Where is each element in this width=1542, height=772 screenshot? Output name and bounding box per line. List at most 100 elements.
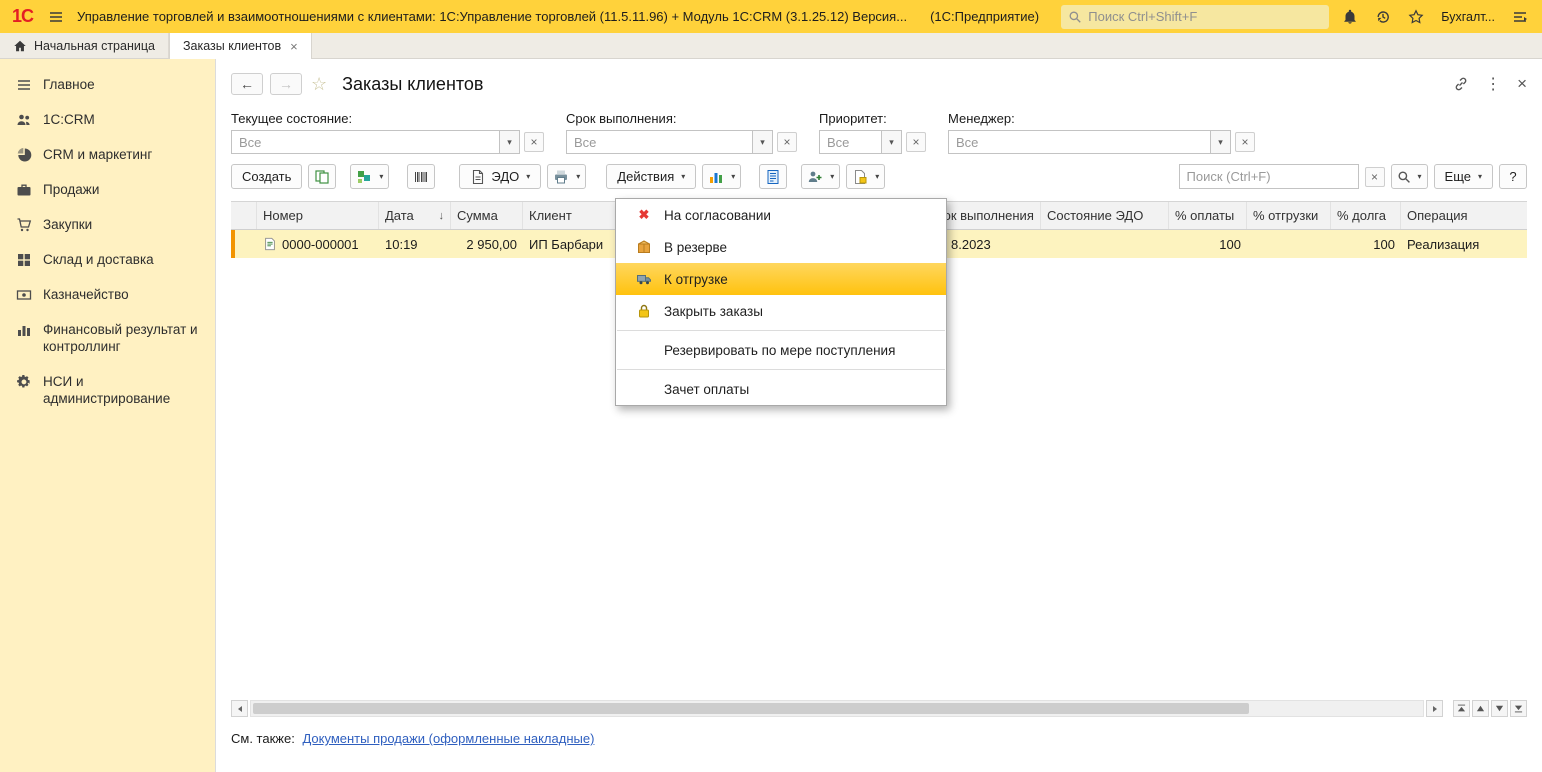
- sidebar-item-treasury[interactable]: Казначейство: [0, 277, 215, 312]
- print-button[interactable]: ▾: [547, 164, 587, 189]
- list-toolbar: Создать ▾ ЭДО ▾ ▾ Действия ▾ ▾ ▾ ▾ Поиск…: [216, 162, 1542, 197]
- menu-item-to-shipment[interactable]: К отгрузке: [616, 263, 946, 295]
- cell-shipment-pct[interactable]: [1247, 230, 1331, 258]
- clear-search-icon[interactable]: ×: [1364, 166, 1385, 187]
- scroll-up-icon[interactable]: [1472, 700, 1489, 717]
- sidebar-item-warehouse-delivery[interactable]: Склад и доставка: [0, 242, 215, 277]
- menu-item-close-orders[interactable]: Закрыть заказы: [616, 295, 946, 327]
- clear-filter-icon[interactable]: ×: [524, 132, 544, 152]
- filter-priority-input[interactable]: Все: [819, 130, 881, 154]
- tab-close-icon[interactable]: ×: [290, 39, 298, 54]
- actions-button[interactable]: Действия ▾: [606, 164, 697, 189]
- sidebar-item-main[interactable]: Главное: [0, 67, 215, 102]
- list-search[interactable]: [1178, 164, 1359, 189]
- chevron-down-icon: ▾: [576, 172, 581, 181]
- column-header-operation[interactable]: Операция: [1401, 202, 1527, 229]
- column-header-shipment-pct[interactable]: % отгрузки: [1247, 202, 1331, 229]
- chevron-down-icon[interactable]: ▾: [881, 130, 902, 154]
- favorites-star-icon[interactable]: [1404, 5, 1428, 29]
- find-button[interactable]: ▾: [1390, 164, 1428, 189]
- history-icon[interactable]: [1371, 5, 1395, 29]
- current-user[interactable]: Бухгалт...: [1437, 10, 1499, 24]
- create-button[interactable]: Создать: [231, 164, 303, 189]
- global-search-input[interactable]: [1088, 9, 1323, 24]
- sales-documents-link[interactable]: Документы продажи (оформленные накладные…: [302, 731, 594, 746]
- tab-customer-orders[interactable]: Заказы клиентов ×: [168, 33, 312, 59]
- sort-desc-icon: ↓: [438, 209, 445, 222]
- chevron-down-icon[interactable]: ▾: [499, 130, 520, 154]
- tabbar: Начальная страница Заказы клиентов ×: [0, 33, 1542, 59]
- cell-edo-state[interactable]: [1041, 230, 1169, 258]
- help-button[interactable]: ?: [1499, 164, 1527, 189]
- cell-debt-pct[interactable]: 100: [1331, 230, 1401, 258]
- column-header-sum[interactable]: Сумма: [451, 202, 523, 229]
- column-header-debt-pct[interactable]: % долга: [1331, 202, 1401, 229]
- tab-home[interactable]: Начальная страница: [0, 33, 169, 58]
- filter-current-state-input[interactable]: Все: [231, 130, 499, 154]
- get-link-icon[interactable]: [1453, 76, 1469, 92]
- column-header-edo-state[interactable]: Состояние ЭДО: [1041, 202, 1169, 229]
- chevron-down-icon[interactable]: ▾: [1210, 130, 1231, 154]
- row-cursor: [231, 230, 257, 258]
- sidebar-item-purchases[interactable]: Закупки: [0, 207, 215, 242]
- scroll-to-bottom-icon[interactable]: [1510, 700, 1527, 717]
- sidebar-item-nsi-admin[interactable]: НСИ и администрирование: [0, 364, 215, 416]
- notifications-bell-icon[interactable]: [1338, 5, 1362, 29]
- see-also-row: См. также: Документы продажи (оформленны…: [216, 717, 1542, 760]
- cell-operation[interactable]: Реализация: [1401, 230, 1527, 258]
- create-copy-button[interactable]: [308, 164, 337, 189]
- cart-icon: [16, 217, 32, 233]
- edo-button[interactable]: ЭДО ▾: [459, 164, 542, 189]
- hscroll-track[interactable]: [250, 700, 1424, 717]
- column-header-date[interactable]: Дата ↓: [379, 202, 451, 229]
- menu-item-payment-offset[interactable]: Зачет оплаты: [616, 373, 946, 405]
- more-menu-icon[interactable]: ⋮: [1485, 74, 1501, 94]
- column-header-number[interactable]: Номер: [257, 202, 379, 229]
- reports-button[interactable]: ▾: [702, 164, 742, 189]
- more-button[interactable]: Еще ▾: [1433, 164, 1493, 189]
- favorite-star-icon[interactable]: ☆: [311, 74, 327, 95]
- menu-item-on-approval[interactable]: ✖ На согласовании: [616, 199, 946, 231]
- filter-manager: Менеджер: Все ▾ ×: [948, 111, 1255, 154]
- filter-manager-input[interactable]: Все: [948, 130, 1210, 154]
- scroll-down-icon[interactable]: [1491, 700, 1508, 717]
- sidebar-item-sales[interactable]: Продажи: [0, 172, 215, 207]
- document-status-button[interactable]: ▾: [846, 164, 886, 189]
- clear-filter-icon[interactable]: ×: [1235, 132, 1255, 152]
- summary-button[interactable]: [759, 164, 788, 189]
- chevron-down-icon[interactable]: ▾: [752, 130, 773, 154]
- see-also-label: См. также:: [231, 731, 295, 746]
- assign-manager-button[interactable]: ▾: [801, 164, 841, 189]
- help-button-label: ?: [1509, 169, 1517, 184]
- cell-sum[interactable]: 2 950,00: [451, 230, 523, 258]
- clear-filter-icon[interactable]: ×: [777, 132, 797, 152]
- list-search-input[interactable]: [1186, 169, 1351, 184]
- menu-item-in-reserve[interactable]: В резерве: [616, 231, 946, 263]
- banknote-icon: [16, 287, 32, 303]
- sidebar-item-1c-crm[interactable]: 1С:CRM: [0, 102, 215, 137]
- global-search[interactable]: [1061, 4, 1330, 29]
- sidebar-item-financial-result[interactable]: Финансовый результат и контроллинг: [0, 312, 215, 364]
- scroll-to-top-icon[interactable]: [1453, 700, 1470, 717]
- menu-item-reserve-on-receipt[interactable]: Резервировать по мере поступления: [616, 334, 946, 366]
- filter-due-date-input[interactable]: Все: [566, 130, 752, 154]
- service-menu-icon[interactable]: [1508, 5, 1532, 29]
- scroll-left-icon[interactable]: [231, 700, 248, 717]
- back-button[interactable]: ←: [231, 73, 263, 95]
- close-form-icon[interactable]: ×: [1517, 74, 1527, 94]
- set-state-button[interactable]: ▾: [350, 164, 390, 189]
- horizontal-scrollbar: [231, 700, 1527, 717]
- cell-number[interactable]: 0000-000001: [257, 230, 379, 258]
- clear-filter-icon[interactable]: ×: [906, 132, 926, 152]
- hscroll-thumb[interactable]: [253, 703, 1250, 714]
- cell-payment-pct[interactable]: 100: [1169, 230, 1247, 258]
- scroll-right-icon[interactable]: [1426, 700, 1443, 717]
- forward-button[interactable]: →: [270, 73, 302, 95]
- barcode-icon: [413, 169, 429, 185]
- edo-document-icon: [470, 169, 486, 185]
- cell-date[interactable]: 10:19: [379, 230, 451, 258]
- barcode-button[interactable]: [407, 164, 436, 189]
- sidebar-item-crm-marketing[interactable]: CRM и маркетинг: [0, 137, 215, 172]
- column-header-payment-pct[interactable]: % оплаты: [1169, 202, 1247, 229]
- main-menu-icon[interactable]: [44, 5, 68, 29]
